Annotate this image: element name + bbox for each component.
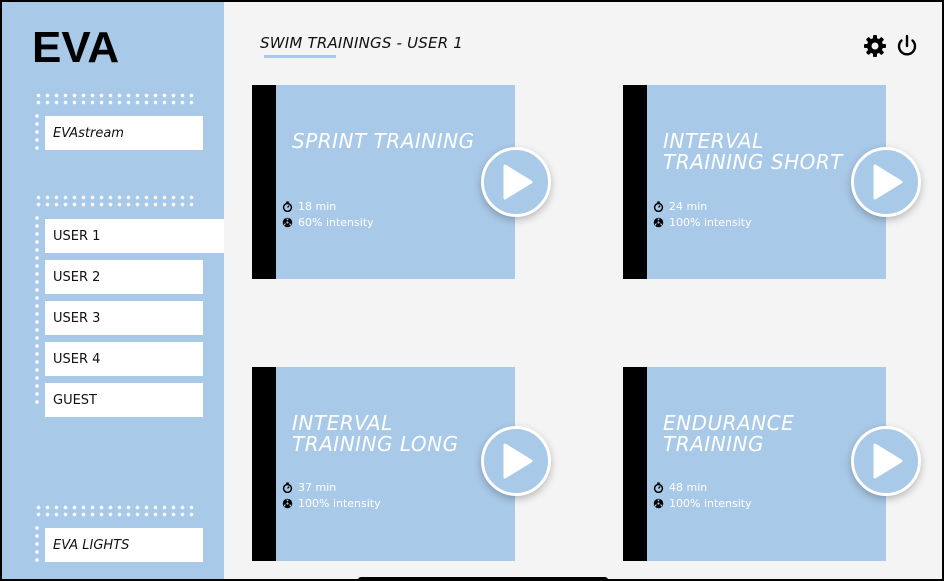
sidebar: EVA EVAstream USER 1 USER 2 USER 3 USER … [2, 2, 224, 579]
sidebar-item-guest[interactable]: GUEST [45, 383, 203, 417]
stopwatch-icon [653, 201, 664, 212]
eva-logo: EVA [32, 23, 119, 68]
duration-text: 37 min [298, 481, 337, 494]
title-underline [264, 55, 336, 58]
intensity-icon [282, 498, 293, 509]
sidebar-item-user-3[interactable]: USER 3 [45, 301, 203, 335]
training-duration: 37 min [282, 481, 336, 494]
dot-pattern [34, 504, 196, 518]
gear-icon[interactable] [863, 34, 887, 58]
training-duration: 18 min [282, 200, 336, 213]
eva-lights-button[interactable]: EVA LIGHTS [45, 528, 203, 562]
stopwatch-icon [653, 482, 664, 493]
play-button[interactable] [481, 147, 551, 217]
sidebar-item-user-4[interactable]: USER 4 [45, 342, 203, 376]
intensity-text: 100% intensity [669, 216, 752, 229]
play-button[interactable] [481, 426, 551, 496]
training-card-sprint[interactable]: SPRINT TRAINING 18 min 60% intensity [252, 85, 515, 279]
dot-pattern [34, 92, 196, 106]
training-name: ENDURANCE TRAINING [663, 411, 795, 456]
intensity-icon [653, 217, 664, 228]
training-intensity: 60% intensity [282, 216, 374, 229]
training-duration: 24 min [653, 200, 707, 213]
training-intensity: 100% intensity [653, 216, 752, 229]
power-icon[interactable] [895, 34, 919, 58]
duration-text: 18 min [298, 200, 337, 213]
svg-text:EVA: EVA [32, 23, 119, 68]
sidebar-item-user-2[interactable]: USER 2 [45, 260, 203, 294]
card-accent-bar [252, 367, 276, 561]
page-title: SWIM TRAININGS - USER 1 [260, 34, 464, 52]
play-icon [873, 443, 903, 479]
bottom-handle [358, 577, 608, 579]
stopwatch-icon [282, 201, 293, 212]
training-card-endurance[interactable]: ENDURANCE TRAINING 48 min 100% intensity [623, 367, 886, 561]
card-accent-bar [252, 85, 276, 279]
intensity-text: 100% intensity [669, 497, 752, 510]
dot-pattern [34, 194, 196, 208]
card-accent-bar [623, 367, 647, 561]
play-button[interactable] [851, 147, 921, 217]
play-icon [503, 164, 533, 200]
duration-text: 48 min [669, 481, 708, 494]
play-icon [503, 443, 533, 479]
training-card-interval-short[interactable]: INTERVAL TRAINING SHORT 24 min 100% inte… [623, 85, 886, 279]
training-name: INTERVAL TRAINING SHORT [663, 129, 843, 174]
card-accent-bar [623, 85, 647, 279]
training-intensity: 100% intensity [653, 497, 752, 510]
play-icon [873, 164, 903, 200]
intensity-icon [282, 217, 293, 228]
duration-text: 24 min [669, 200, 708, 213]
training-name: INTERVAL TRAINING LONG [292, 411, 459, 456]
stopwatch-icon [282, 482, 293, 493]
dot-pattern [34, 112, 40, 152]
play-button[interactable] [851, 426, 921, 496]
training-intensity: 100% intensity [282, 497, 381, 510]
sidebar-item-user-1[interactable]: USER 1 [45, 219, 224, 253]
training-card-interval-long[interactable]: INTERVAL TRAINING LONG 37 min 100% inten… [252, 367, 515, 561]
dot-pattern [34, 214, 40, 404]
intensity-text: 100% intensity [298, 497, 381, 510]
training-duration: 48 min [653, 481, 707, 494]
intensity-text: 60% intensity [298, 216, 374, 229]
intensity-icon [653, 498, 664, 509]
training-name: SPRINT TRAINING [292, 129, 475, 153]
app-frame: EVA EVAstream USER 1 USER 2 USER 3 USER … [0, 0, 944, 581]
eva-stream-button[interactable]: EVAstream [45, 116, 203, 150]
dot-pattern [34, 524, 40, 564]
